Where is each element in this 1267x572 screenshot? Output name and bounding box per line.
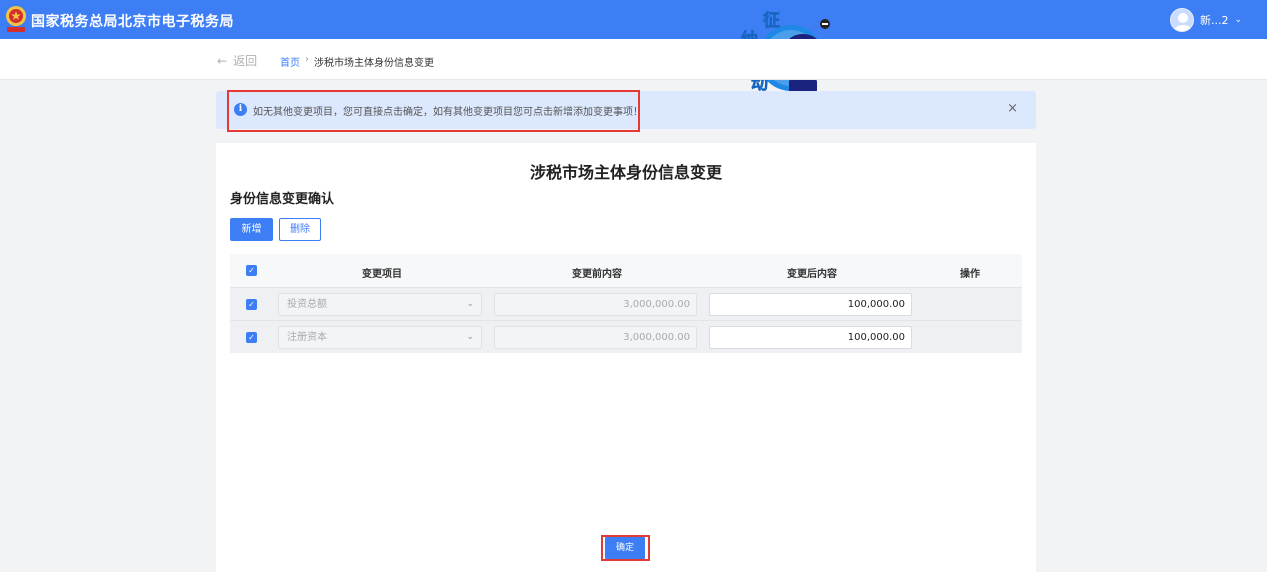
row-checkbox[interactable]: ✓	[246, 299, 257, 310]
before-value-field: 3,000,000.00	[494, 326, 697, 349]
chevron-down-icon: ⌄	[466, 332, 474, 342]
highlight-box-confirm	[601, 535, 650, 561]
user-menu[interactable]: 新...2 ⌄	[1170, 8, 1242, 32]
chevron-down-icon: ⌄	[466, 299, 474, 309]
delete-button[interactable]: 删除	[279, 218, 321, 241]
svg-text:征: 征	[763, 10, 780, 31]
table-row: ✓ 投资总额 ⌄ 3,000,000.00 100,000.00	[230, 287, 1022, 320]
arrow-left-icon: ←	[217, 53, 228, 68]
close-icon[interactable]: ×	[1007, 101, 1018, 116]
nav-bar: ← 返回 首页 › 涉税市场主体身份信息变更	[0, 39, 1267, 80]
section-title: 身份信息变更确认	[230, 192, 335, 207]
row-checkbox[interactable]: ✓	[246, 332, 257, 343]
change-item-value: 注册资本	[287, 332, 327, 343]
table-row: ✓ 注册资本 ⌄ 3,000,000.00 100,000.00	[230, 320, 1022, 353]
change-table: ✓ 变更项目 变更前内容 变更后内容 操作 ✓ 投资总额 ⌄ 3,000,000…	[230, 254, 1022, 353]
after-value-input[interactable]: 100,000.00	[709, 326, 912, 349]
user-icon	[1174, 13, 1192, 31]
avatar[interactable]	[1170, 8, 1194, 32]
breadcrumb-home[interactable]: 首页	[280, 54, 300, 69]
after-value-input[interactable]: 100,000.00	[709, 293, 912, 316]
header-item: 变更项目	[362, 269, 402, 280]
form-card: 涉税市场主体身份信息变更 身份信息变更确认 新增 删除 ✓ 变更项目 变更前内容…	[216, 143, 1036, 572]
breadcrumb-separator: ›	[305, 54, 309, 65]
back-label: 返回	[233, 54, 258, 68]
breadcrumb: 首页 › 涉税市场主体身份信息变更	[280, 54, 434, 69]
before-value-field: 3,000,000.00	[494, 293, 697, 316]
national-emblem-icon	[6, 6, 26, 32]
page-title: 涉税市场主体身份信息变更	[529, 163, 722, 182]
table-header: ✓ 变更项目 变更前内容 变更后内容 操作	[230, 254, 1022, 287]
change-item-value: 投资总额	[287, 299, 327, 310]
back-button[interactable]: ← 返回	[217, 52, 257, 69]
add-button[interactable]: 新增	[230, 218, 273, 241]
top-bar: 国家税务总局北京市电子税务局 新...2 ⌄	[0, 0, 1267, 39]
breadcrumb-current: 涉税市场主体身份信息变更	[314, 58, 434, 69]
user-name[interactable]: 新...2	[1200, 12, 1229, 28]
header-after: 变更后内容	[787, 269, 837, 280]
select-all-checkbox[interactable]: ✓	[246, 265, 257, 276]
change-item-select[interactable]: 投资总额 ⌄	[278, 293, 482, 316]
site-title: 国家税务总局北京市电子税务局	[31, 14, 234, 30]
change-item-select[interactable]: 注册资本 ⌄	[278, 326, 482, 349]
highlight-box-notice	[227, 90, 640, 132]
header-before: 变更前内容	[572, 269, 622, 280]
header-action: 操作	[960, 269, 980, 280]
chevron-down-icon[interactable]: ⌄	[1235, 15, 1243, 25]
